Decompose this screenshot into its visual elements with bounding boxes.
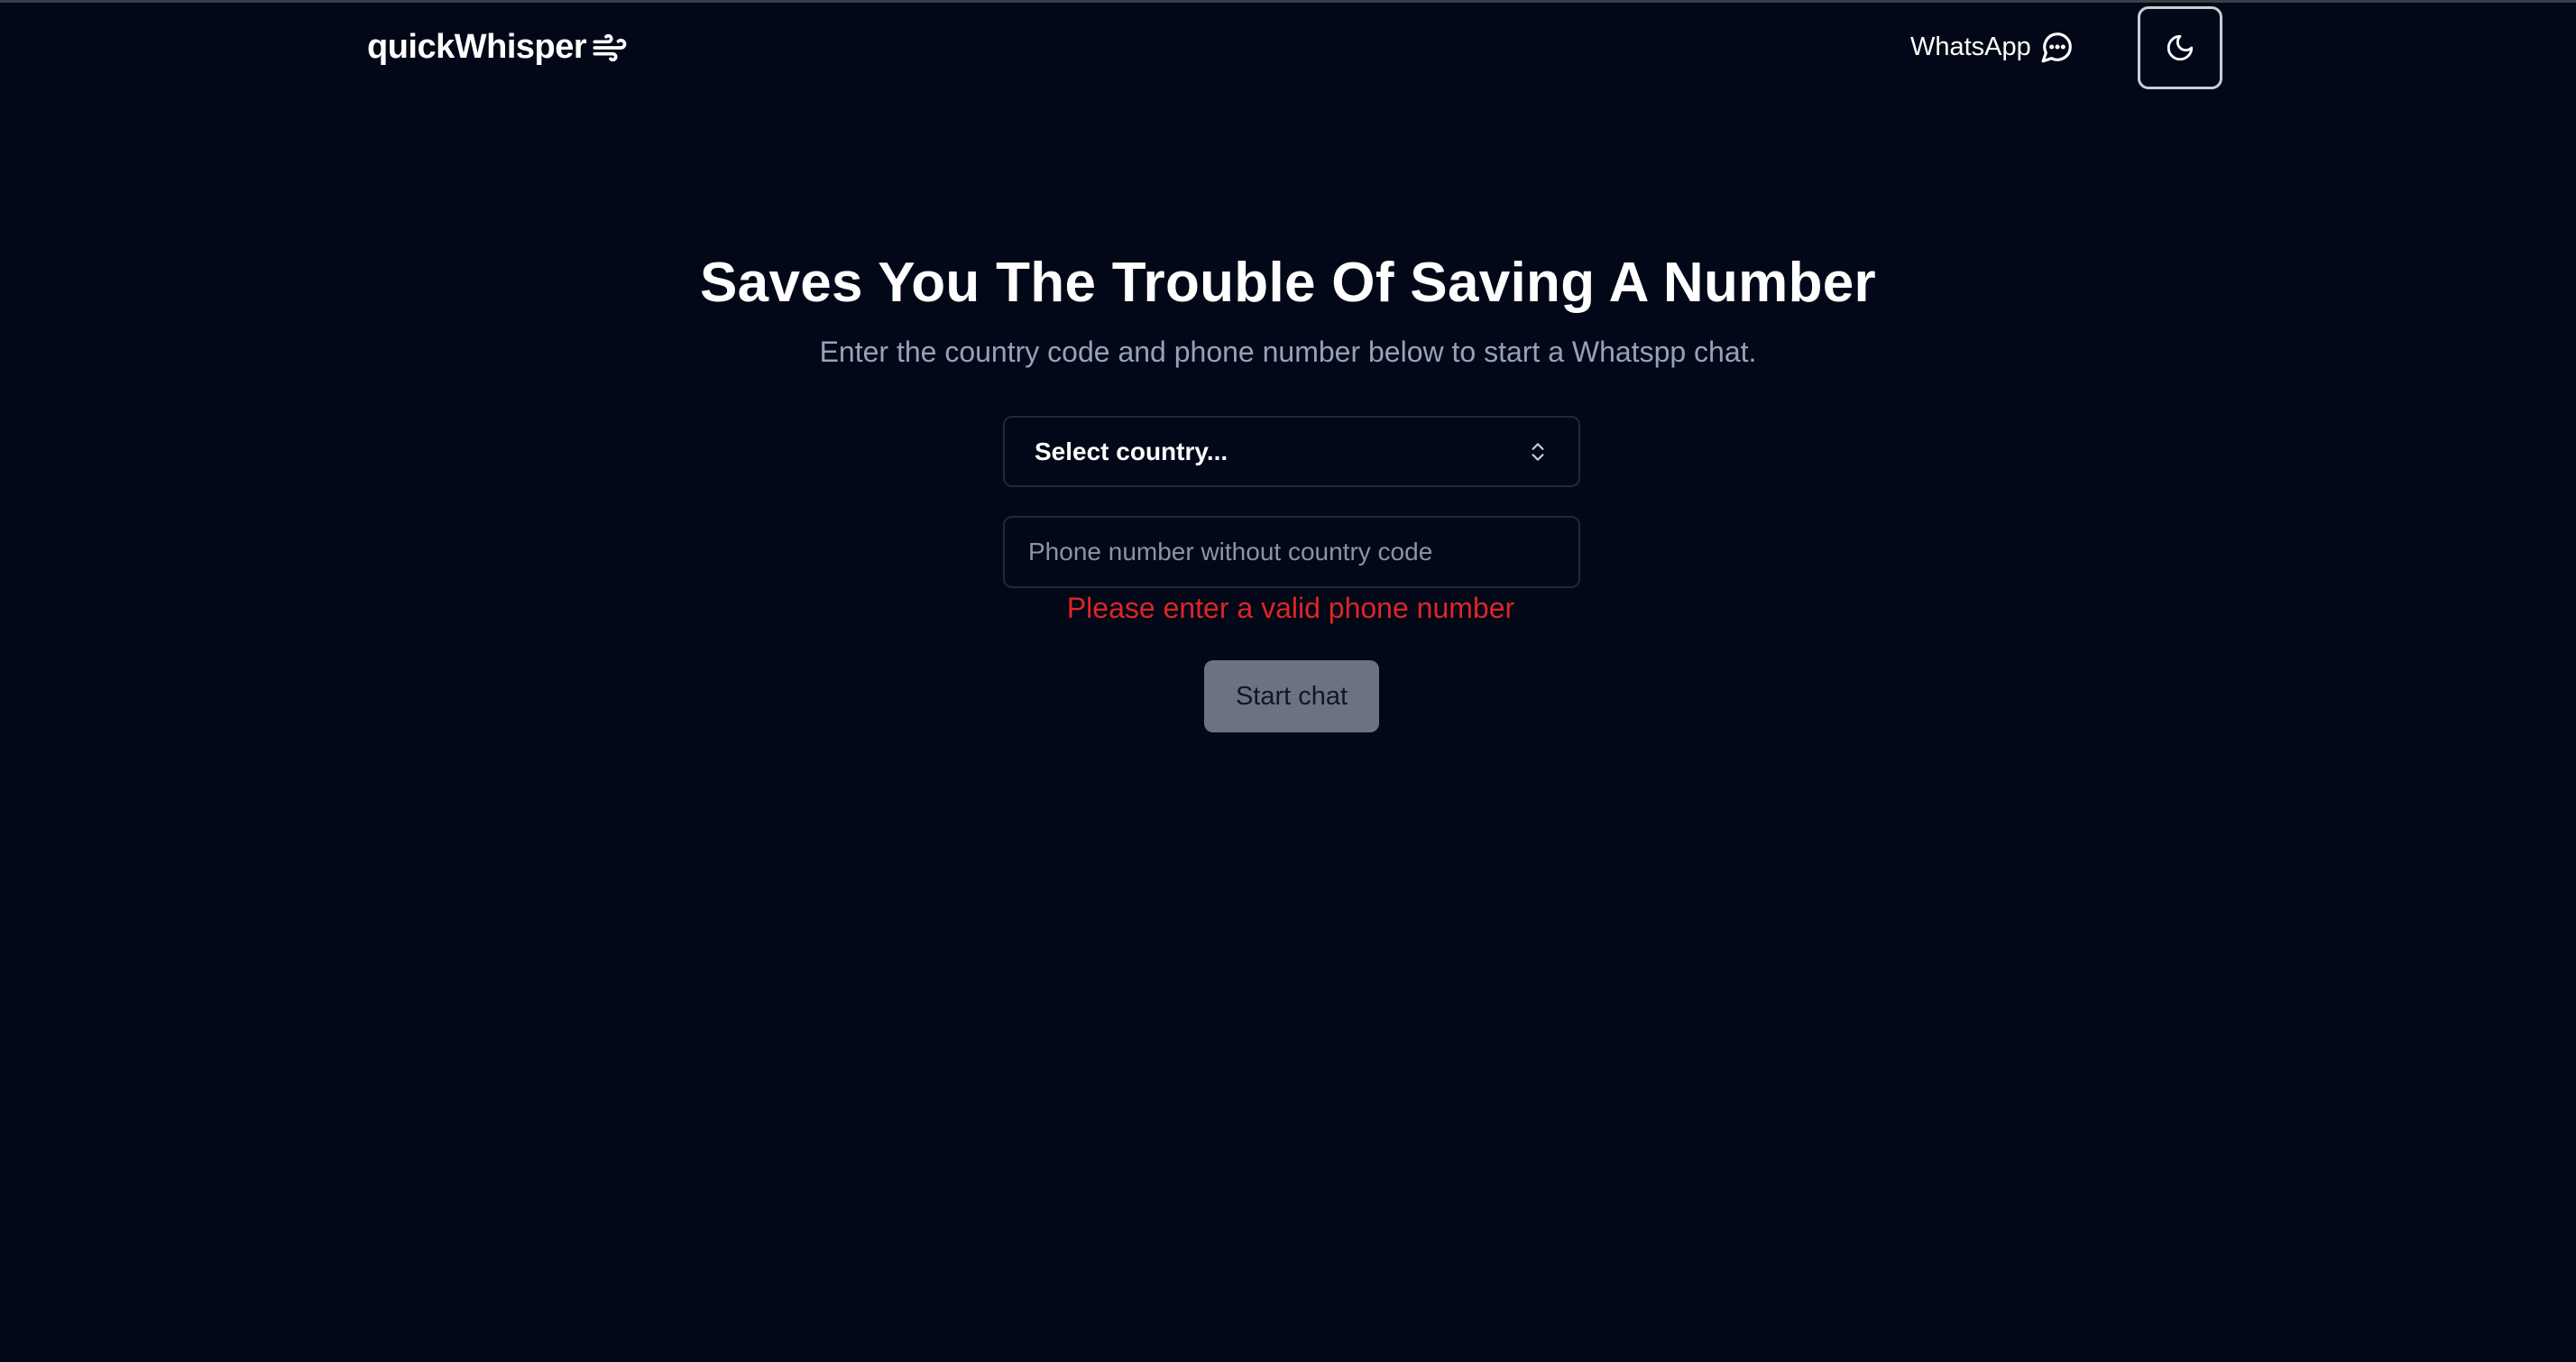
message-circle-icon xyxy=(2041,32,2072,63)
country-select-value: Select country... xyxy=(1035,437,1228,465)
brand-logo[interactable]: quickWhisper xyxy=(367,28,631,67)
page-subtitle: Enter the country code and phone number … xyxy=(819,336,1757,369)
logo-text: quickWhisper xyxy=(367,28,587,66)
phone-error-message: Please enter a valid phone number xyxy=(1066,592,1515,624)
wind-icon xyxy=(593,33,627,61)
start-chat-button[interactable]: Start chat xyxy=(1204,660,1379,732)
whatsapp-link[interactable]: WhatsApp xyxy=(1910,30,2075,64)
hero-section: Saves You The Trouble Of Saving A Number… xyxy=(0,252,2576,369)
country-select[interactable]: Select country... xyxy=(1003,416,1580,487)
top-navbar: quickWhisper WhatsApp xyxy=(0,3,2576,91)
phone-number-input[interactable] xyxy=(1003,516,1580,588)
moon-icon xyxy=(2167,34,2194,61)
chevrons-up-down-icon xyxy=(1532,442,1544,461)
page-title: Saves You The Trouble Of Saving A Number xyxy=(700,252,1876,314)
theme-toggle-button[interactable] xyxy=(2138,6,2222,89)
whatsapp-label: WhatsApp xyxy=(1910,32,2031,61)
